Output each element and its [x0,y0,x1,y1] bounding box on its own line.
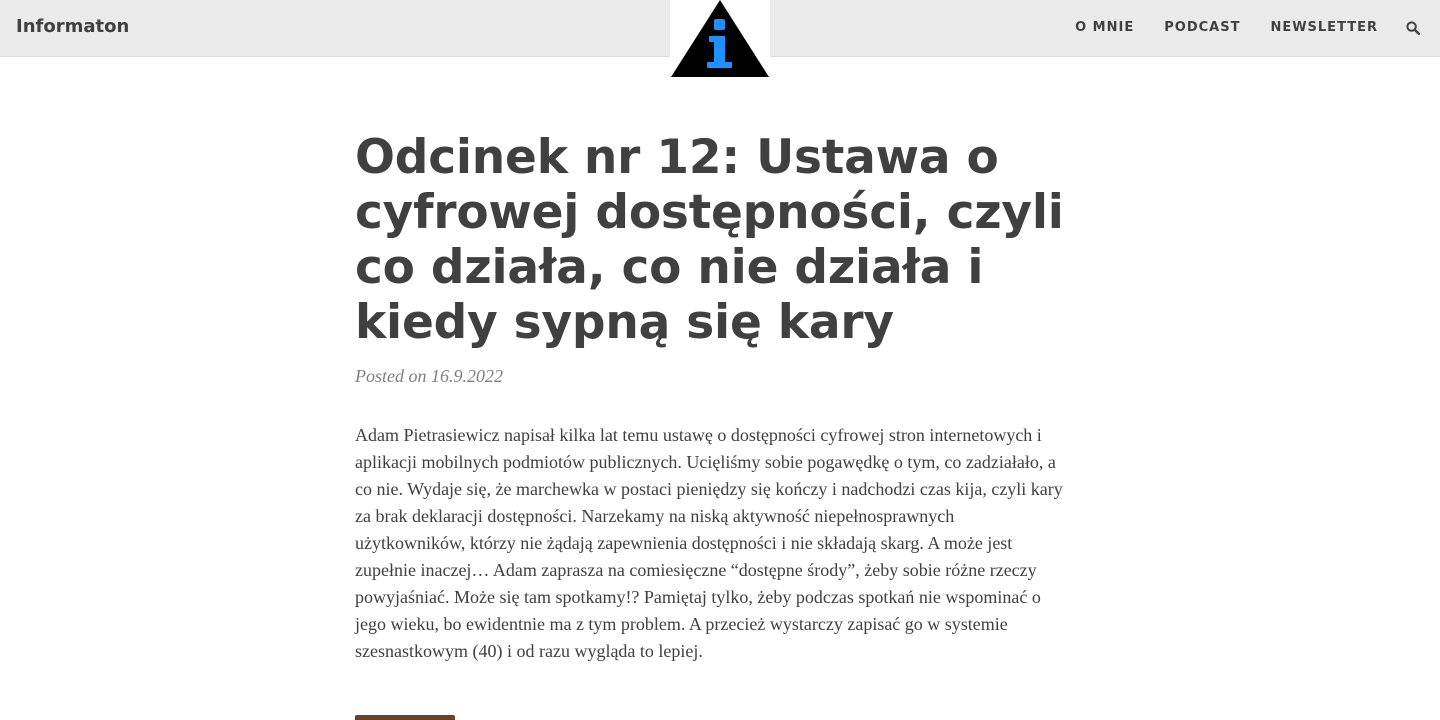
read-more-button[interactable] [355,715,455,720]
nav-item-podcast: PODCAST [1149,0,1255,56]
nav-item-search [1393,0,1440,56]
search-icon [1405,21,1420,35]
nav-link-newsletter[interactable]: NEWSLETTER [1255,0,1393,56]
post-title[interactable]: Odcinek nr 12: Ustawa o cyfrowej dostępn… [355,130,1075,350]
site-brand-link[interactable]: Informaton [16,16,129,38]
post-date: Posted on 16.9.2022 [355,366,503,386]
info-triangle-logo-icon [671,0,769,77]
post-excerpt: Adam Pietrasiewicz napisał kilka lat tem… [355,425,1063,661]
post-article: Odcinek nr 12: Ustawa o cyfrowej dostępn… [355,130,1075,665]
main-nav-menu: O MNIE PODCAST NEWSLETTER [1060,0,1440,56]
nav-link-podcast[interactable]: PODCAST [1149,0,1255,56]
nav-item-newsletter: NEWSLETTER [1255,0,1393,56]
site-logo[interactable] [670,0,770,79]
nav-link-o-mnie[interactable]: O MNIE [1060,0,1149,56]
nav-item-o-mnie: O MNIE [1060,0,1149,56]
search-button[interactable] [1393,0,1440,56]
